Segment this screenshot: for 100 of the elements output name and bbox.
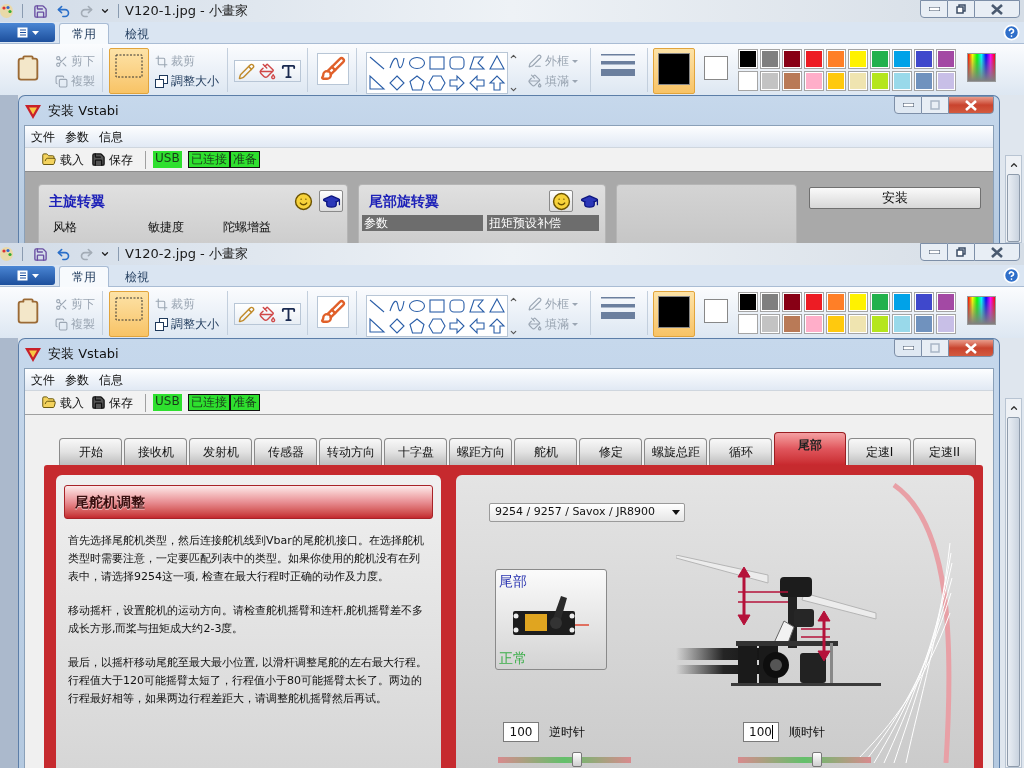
right-triangle-shape-icon[interactable] [368,74,386,92]
menu-item[interactable]: 信息 [99,127,123,146]
app-menu-button[interactable] [0,23,55,42]
scrollbar-thumb[interactable] [1007,174,1020,242]
tab[interactable]: 接收机 [124,438,187,465]
color-swatch[interactable] [848,314,868,334]
right-arrow-shape-icon[interactable] [448,74,466,92]
up-arrow-shape-icon[interactable] [488,74,506,92]
color-swatch[interactable] [892,314,912,334]
right-triangle-shape-icon[interactable] [368,317,386,335]
servo-type-dropdown[interactable]: 9254 / 9257 / Savox / JR8900 [489,503,685,522]
color-swatch[interactable] [738,292,758,312]
triangle-shape-icon[interactable] [488,54,506,72]
color-swatch[interactable] [804,314,824,334]
pencil-icon[interactable] [238,62,255,80]
resize-button[interactable]: 調整大小 [155,73,219,89]
color-swatch[interactable] [738,71,758,91]
pentagon-shape-icon[interactable] [408,74,426,92]
help-icon[interactable] [1003,24,1020,41]
color-spectrum-icon[interactable] [967,296,996,325]
tab[interactable]: 舵机 [514,438,577,465]
brush-icon[interactable] [320,299,346,325]
color-swatch[interactable] [782,71,802,91]
fill-bucket-icon[interactable] [259,305,276,323]
tab[interactable]: 传感器 [254,438,317,465]
rectangle-shape-icon[interactable] [428,297,446,315]
color-swatch[interactable] [804,71,824,91]
servo-card[interactable]: 尾部 正常 [495,569,607,670]
left-arrow-shape-icon[interactable] [468,317,486,335]
slider-thumb[interactable] [811,752,822,767]
scroll-up-icon[interactable] [1008,160,1019,170]
color-swatch[interactable] [848,292,868,312]
color-spectrum-icon[interactable] [967,53,996,82]
load-button[interactable]: 载入 [41,393,84,412]
color-swatch[interactable] [892,292,912,312]
color-swatch[interactable] [914,292,934,312]
color-swatch[interactable] [738,49,758,69]
paint-palette-icon[interactable] [0,247,13,261]
color-1-button[interactable] [653,48,695,94]
color-swatch[interactable] [782,292,802,312]
diamond-shape-icon[interactable] [388,317,406,335]
maximize-button[interactable] [948,0,974,18]
scroll-up-icon[interactable] [509,295,518,304]
tab[interactable]: 定速II [913,438,976,465]
menu-item[interactable]: 参数 [65,370,89,389]
undo-icon[interactable] [56,3,71,19]
ribbon-tab[interactable]: 常用 [59,266,109,287]
rounded-rectangle-shape-icon[interactable] [448,297,466,315]
menu-item[interactable]: 参数 [65,127,89,146]
save-button[interactable]: 保存 [91,393,133,412]
tab[interactable]: 十字盘 [384,438,447,465]
install-button[interactable]: 安装 [809,186,981,209]
help-icon[interactable] [1003,267,1020,284]
text-tool-icon[interactable] [280,62,297,80]
polygon-shape-icon[interactable] [468,54,486,72]
tab[interactable]: 螺距方向 [449,438,512,465]
color-swatch[interactable] [914,49,934,69]
color-swatch[interactable] [848,49,868,69]
slider-thumb[interactable] [571,752,582,767]
color-swatch[interactable] [914,71,934,91]
color-swatch[interactable] [892,71,912,91]
color-swatch[interactable] [826,71,846,91]
menu-item[interactable]: 文件 [31,370,55,389]
minimize-button[interactable] [894,96,922,114]
ribbon-tab[interactable]: 檢視 [113,23,161,44]
color-swatch[interactable] [760,292,780,312]
color-swatch[interactable] [914,314,934,334]
color-swatch[interactable] [804,49,824,69]
polygon-shape-icon[interactable] [468,297,486,315]
close-button[interactable] [948,339,994,357]
scroll-up-icon[interactable] [1008,403,1019,413]
save-button[interactable]: 保存 [91,150,133,169]
oval-shape-icon[interactable] [408,297,426,315]
color-swatch[interactable] [870,71,890,91]
tab[interactable]: 螺旋总距 [644,438,707,465]
line-shape-icon[interactable] [368,54,386,72]
scroll-up-icon[interactable] [509,52,518,61]
color-swatch[interactable] [760,49,780,69]
color-swatch[interactable] [936,49,956,69]
rounded-rectangle-shape-icon[interactable] [448,54,466,72]
minimize-button[interactable] [920,243,948,261]
fill-bucket-icon[interactable] [259,62,276,80]
color-swatch[interactable] [804,292,824,312]
oval-shape-icon[interactable] [408,54,426,72]
color-swatch[interactable] [782,314,802,334]
hexagon-shape-icon[interactable] [428,317,446,335]
select-tool-button[interactable] [109,291,149,337]
diamond-shape-icon[interactable] [388,74,406,92]
close-button[interactable] [974,0,1020,18]
pentagon-shape-icon[interactable] [408,317,426,335]
right-arrow-shape-icon[interactable] [448,317,466,335]
tab[interactable]: 循环 [709,438,772,465]
maximize-button[interactable] [948,243,974,261]
rectangle-shape-icon[interactable] [428,54,446,72]
paint-palette-icon[interactable] [0,4,13,18]
color-swatch[interactable] [738,314,758,334]
color-swatch[interactable] [892,49,912,69]
tab[interactable]: 定速I [848,438,911,465]
line-shape-icon[interactable] [368,297,386,315]
pencil-icon[interactable] [238,305,255,323]
